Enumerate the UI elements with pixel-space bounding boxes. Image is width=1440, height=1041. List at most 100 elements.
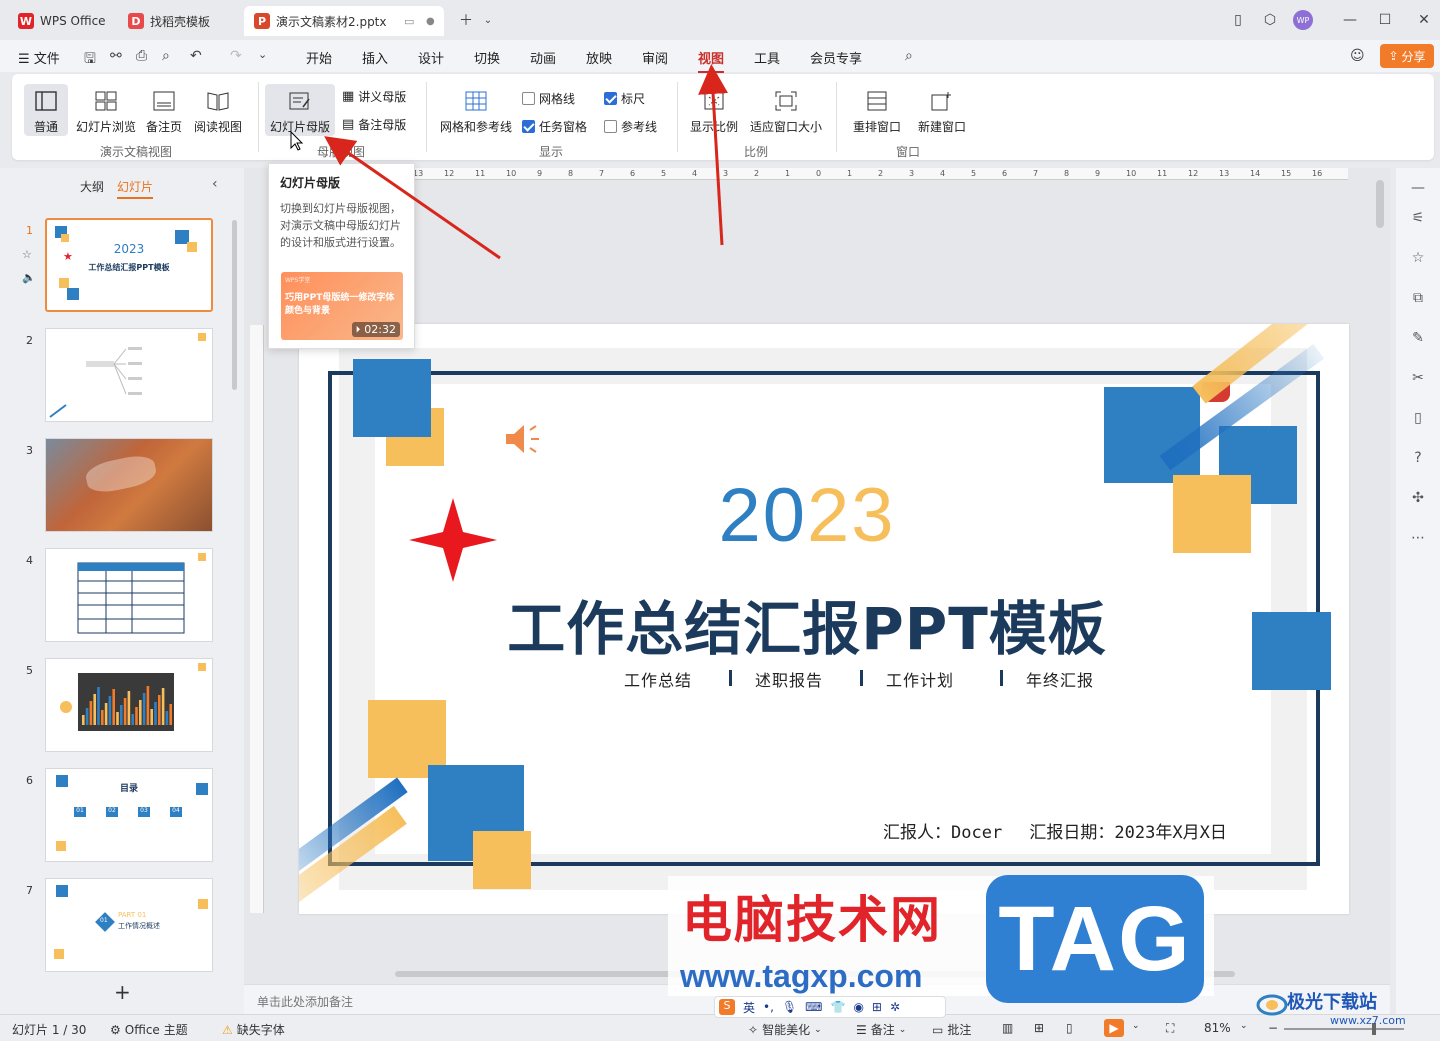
horizontal-ruler[interactable]: 13 12 11 10 9 8 7 6 5 4 3 2 1 0 1 2 3 4 5 6 7 8 9 10 11 12 13 14 15 1… (413, 168, 1348, 180)
reading-view-button[interactable]: 阅读视图 (192, 88, 244, 135)
book-icon[interactable]: ▯ (1408, 408, 1428, 428)
adjust-icon[interactable]: ⚟ (1408, 208, 1428, 228)
notes-master-button[interactable]: ▤ 备注母版 (342, 116, 406, 133)
slide-thumbnail-1[interactable]: ★ 2023 工作总结汇报PPT模板 (45, 218, 213, 312)
new-window-button[interactable]: 新建窗口 (914, 88, 970, 135)
slide-thumbnail-3[interactable] (45, 438, 213, 532)
slide-thumbnail-7[interactable]: 01 PART 01 工作情况概述 (45, 878, 213, 972)
pen-icon[interactable]: ✎ (1408, 328, 1428, 348)
maximize-icon[interactable]: ☐ (1375, 10, 1395, 30)
more-chevron-icon[interactable]: ⌄ (258, 48, 267, 61)
guides-checkbox[interactable]: 参考线 (604, 118, 657, 135)
chevron-down-icon[interactable]: ⌄ (1240, 1021, 1248, 1031)
theme-button[interactable]: ⚙ Office 主题 (110, 1021, 188, 1038)
save-icon[interactable]: 🖫 (84, 48, 96, 72)
checkbox-unchecked[interactable] (522, 92, 535, 105)
tab-slides[interactable]: 幻灯片 (117, 178, 154, 199)
ime-toolbar[interactable]: S 英 •, 🎙 ⌨ 👕 ◉ ⊞ ✲ (714, 996, 946, 1018)
slide-thumbnail-6[interactable]: 目录 01 02 03 04 (45, 768, 213, 862)
layout-icon[interactable]: ▯ (1228, 10, 1248, 30)
puzzle-icon[interactable]: ✣ (1408, 488, 1428, 508)
close-icon[interactable]: ✕ (1414, 10, 1434, 30)
normal-view-status-icon[interactable]: ▥ (1002, 1021, 1013, 1035)
file-menu[interactable]: ☰ 文件 (18, 48, 60, 67)
zoom-out-icon[interactable]: − (1268, 1021, 1278, 1035)
checkbox-checked[interactable] (522, 120, 535, 133)
normal-view-button[interactable]: 普通 (24, 84, 68, 136)
tooltip-video[interactable]: WPS学堂 巧用PPT母版统一修改字体颜色与背景 ⏵ 02:32 (281, 272, 403, 340)
chat-icon[interactable]: ☺ (1350, 48, 1365, 64)
notes-page-button[interactable]: 备注页 (142, 88, 186, 135)
menu-member[interactable]: 会员专享 (810, 48, 862, 67)
checkbox-unchecked[interactable] (604, 120, 617, 133)
slide-thumbnail-2[interactable] (45, 328, 213, 422)
search-icon[interactable]: ⌕ (905, 48, 913, 64)
canvas-vertical-scrollbar[interactable] (1376, 180, 1384, 228)
fit-icon[interactable]: ⛶ (1166, 1021, 1174, 1036)
play-icon: ⏵ (355, 324, 361, 335)
more-icon[interactable]: ⋯ (1408, 528, 1428, 548)
vertical-ruler[interactable] (250, 325, 264, 913)
slide-sorter-button[interactable]: 幻灯片浏览 (74, 88, 138, 135)
task-pane-checkbox[interactable]: 任务窗格 (522, 118, 587, 135)
minimize-icon[interactable]: — (1340, 10, 1360, 30)
cube-icon[interactable]: ⬡ (1260, 10, 1280, 30)
ruler-checkbox[interactable]: 标尺 (604, 90, 645, 107)
copy-icon[interactable]: ⧉ (1408, 288, 1428, 308)
star-icon[interactable]: ☆ (1408, 248, 1428, 268)
panel-scrollbar[interactable] (232, 220, 237, 390)
menu-tools[interactable]: 工具 (754, 48, 780, 67)
play-slideshow-icon[interactable]: ▶ (1104, 1019, 1124, 1037)
collapse-panel-icon[interactable]: ‹ (212, 176, 218, 192)
share-link-icon[interactable]: ⚯ (110, 48, 122, 64)
unsaved-dot-icon[interactable]: ● (426, 16, 435, 27)
avatar[interactable]: WP (1293, 10, 1313, 30)
slide-master-button[interactable]: 幻灯片母版 (265, 84, 335, 136)
sorter-view-status-icon[interactable]: ⊞ (1034, 1021, 1044, 1035)
beautify-button[interactable]: ✧ 智能美化 ⌄ (748, 1021, 822, 1038)
print-preview-icon[interactable]: ⌕ (162, 48, 170, 64)
print-icon[interactable]: ⎙ (136, 48, 147, 64)
slide-thumbnail-4[interactable] (45, 548, 213, 642)
menu-design[interactable]: 设计 (418, 48, 444, 67)
zoom-button[interactable]: 显示比例 (686, 88, 742, 135)
comments-button[interactable]: ▭ 批注 (932, 1021, 971, 1038)
tab-outline[interactable]: 大纲 (80, 178, 104, 195)
share-button[interactable]: ⇪ 分享 (1380, 44, 1434, 68)
menu-home[interactable]: 开始 (306, 48, 332, 67)
chevron-down-icon[interactable]: ⌄ (478, 10, 498, 30)
menu-transition[interactable]: 切换 (474, 48, 500, 67)
tab-document[interactable]: P 演示文稿素材2.pptx ▭ ● (244, 6, 444, 36)
new-tab-icon[interactable]: ＋ (456, 10, 476, 30)
reading-view-status-icon[interactable]: ▯ (1066, 1021, 1073, 1035)
menu-insert[interactable]: 插入 (362, 48, 388, 67)
tab-docer-templates[interactable]: D 找稻壳模板 (118, 6, 220, 36)
add-slide-icon[interactable]: + (114, 980, 131, 1004)
missing-font-button[interactable]: ⚠ 缺失字体 (222, 1021, 285, 1038)
zoom-level[interactable]: 81% (1204, 1021, 1231, 1035)
notes-toggle-button[interactable]: ☰ 备注 ⌄ (856, 1021, 906, 1038)
tools-icon[interactable]: ✂ (1408, 368, 1428, 388)
slide-thumbnail-5[interactable] (45, 658, 213, 752)
speaker-icon[interactable] (504, 422, 544, 456)
monitor-icon[interactable]: ▭ (404, 15, 414, 28)
menu-slideshow[interactable]: 放映 (586, 48, 612, 67)
undo-icon[interactable]: ↶ (190, 48, 202, 64)
handout-master-button[interactable]: ▦ 讲义母版 (342, 88, 406, 105)
menu-animation[interactable]: 动画 (530, 48, 556, 67)
tab-wps-office[interactable]: W WPS Office (8, 6, 116, 36)
zoom-slider[interactable] (1284, 1028, 1404, 1030)
checkbox-checked[interactable] (604, 92, 617, 105)
grid-guides-button[interactable]: 网格和参考线 (436, 88, 516, 135)
chevron-down-icon[interactable]: ⌄ (1132, 1021, 1140, 1031)
slide-1[interactable]: 2023 工作总结汇报PPT模板 工作总结 述职报告 工作计划 年终汇报 汇报人… (299, 324, 1349, 914)
redo-icon[interactable]: ↷ (230, 48, 242, 64)
minimize-pane-icon[interactable]: — (1408, 178, 1428, 198)
arrange-window-button[interactable]: 重排窗口 (846, 88, 908, 135)
ruler-tick-label: 9 (1095, 169, 1101, 178)
menu-view[interactable]: 视图 (698, 48, 725, 73)
gridlines-checkbox[interactable]: 网格线 (522, 90, 575, 107)
fit-window-button[interactable]: 适应窗口大小 (748, 88, 824, 135)
help-icon[interactable]: ? (1408, 448, 1428, 468)
menu-review[interactable]: 审阅 (642, 48, 668, 67)
